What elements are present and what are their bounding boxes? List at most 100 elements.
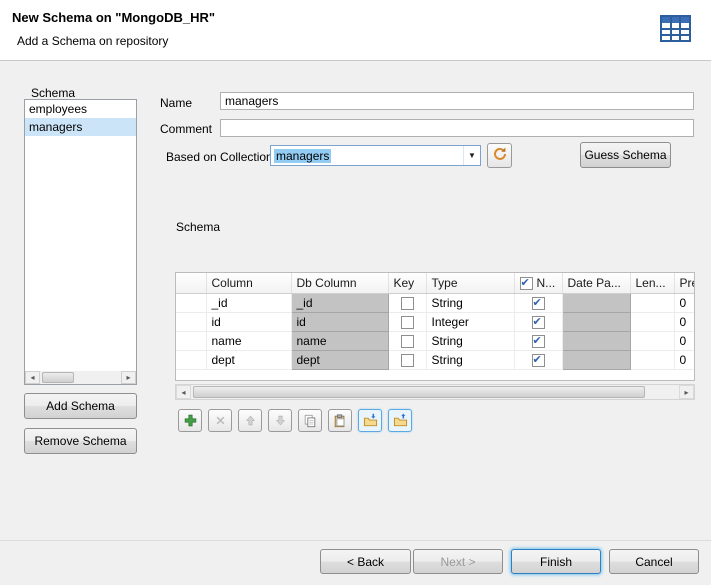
grid-header-key: Key bbox=[388, 273, 426, 293]
remove-row-button[interactable] bbox=[208, 409, 232, 432]
cell-selector[interactable] bbox=[176, 293, 206, 312]
paste-icon bbox=[333, 414, 347, 428]
grid-row-id: idid Integer 0 bbox=[176, 312, 695, 331]
grid-header-type: Type bbox=[426, 273, 514, 293]
add-row-button[interactable] bbox=[178, 409, 202, 432]
back-button[interactable]: < Back bbox=[320, 549, 411, 574]
grid-row-_id: _id_id String 0 bbox=[176, 293, 695, 312]
scroll-right-arrow[interactable]: ▸ bbox=[121, 371, 136, 384]
footer-separator bbox=[0, 540, 711, 541]
comment-label: Comment bbox=[160, 122, 212, 136]
cell-date_pattern bbox=[562, 331, 630, 350]
cell-column[interactable]: dept bbox=[206, 350, 291, 369]
schema-list[interactable]: employeesmanagers bbox=[24, 99, 137, 385]
nullable-checkbox[interactable] bbox=[532, 354, 545, 367]
scroll-left-arrow[interactable]: ◂ bbox=[25, 371, 40, 384]
key-checkbox[interactable] bbox=[401, 354, 414, 367]
scroll-thumb[interactable] bbox=[42, 372, 74, 383]
key-checkbox[interactable] bbox=[401, 297, 414, 310]
copy-icon bbox=[303, 414, 317, 428]
cell-type[interactable]: String bbox=[426, 350, 514, 369]
cell-type[interactable]: String bbox=[426, 331, 514, 350]
scroll-track[interactable] bbox=[191, 385, 679, 399]
schema-grid-container: ColumnDb ColumnKeyTypeN...Date Pa...Len.… bbox=[175, 272, 695, 381]
cell-nullable bbox=[514, 350, 562, 369]
refresh-collections-button[interactable] bbox=[487, 143, 512, 168]
scroll-left-arrow[interactable]: ◂ bbox=[176, 385, 191, 399]
cell-length[interactable] bbox=[630, 293, 674, 312]
grid-header-precision: Pre... bbox=[674, 273, 695, 293]
cell-nullable bbox=[514, 312, 562, 331]
cell-date_pattern bbox=[562, 312, 630, 331]
cell-nullable bbox=[514, 293, 562, 312]
move-up-button[interactable] bbox=[238, 409, 262, 432]
key-checkbox[interactable] bbox=[401, 335, 414, 348]
move-down-button[interactable] bbox=[268, 409, 292, 432]
cell-precision[interactable]: 0 bbox=[674, 331, 695, 350]
arrow-up-icon bbox=[244, 414, 257, 427]
collection-combobox[interactable]: managers ▼ bbox=[270, 145, 481, 166]
cell-precision[interactable]: 0 bbox=[674, 350, 695, 369]
sidebar-group-label: Schema bbox=[31, 86, 75, 100]
schema-grid[interactable]: ColumnDb ColumnKeyTypeN...Date Pa...Len.… bbox=[176, 273, 695, 370]
next-button[interactable]: Next > bbox=[413, 549, 503, 574]
sync-icon bbox=[492, 146, 508, 165]
paste-button[interactable] bbox=[328, 409, 352, 432]
cell-db_column: _id bbox=[291, 293, 388, 312]
cell-date_pattern bbox=[562, 293, 630, 312]
import-button[interactable] bbox=[358, 409, 382, 432]
cell-selector[interactable] bbox=[176, 312, 206, 331]
copy-button[interactable] bbox=[298, 409, 322, 432]
remove-schema-button[interactable]: Remove Schema bbox=[24, 428, 137, 454]
cell-selector[interactable] bbox=[176, 350, 206, 369]
table-hscrollbar[interactable]: ◂ ▸ bbox=[175, 384, 695, 400]
key-checkbox[interactable] bbox=[401, 316, 414, 329]
cell-length[interactable] bbox=[630, 331, 674, 350]
cell-column[interactable]: name bbox=[206, 331, 291, 350]
name-input[interactable] bbox=[220, 92, 694, 110]
page-subtitle: Add a Schema on repository bbox=[17, 34, 168, 48]
list-hscrollbar[interactable]: ◂ ▸ bbox=[25, 371, 136, 384]
grid-header-length: Len... bbox=[630, 273, 674, 293]
cell-type[interactable]: String bbox=[426, 293, 514, 312]
cell-column[interactable]: _id bbox=[206, 293, 291, 312]
cell-precision[interactable]: 0 bbox=[674, 293, 695, 312]
scroll-right-arrow[interactable]: ▸ bbox=[679, 385, 694, 399]
schema-list-item-managers[interactable]: managers bbox=[25, 118, 136, 136]
scroll-thumb[interactable] bbox=[193, 386, 645, 398]
cell-key bbox=[388, 312, 426, 331]
nullable-checkbox[interactable] bbox=[532, 316, 545, 329]
cell-key bbox=[388, 331, 426, 350]
nullable-checkbox[interactable] bbox=[532, 335, 545, 348]
cell-selector[interactable] bbox=[176, 331, 206, 350]
nullable-checkbox[interactable] bbox=[532, 297, 545, 310]
grid-row-dept: deptdeptString0 bbox=[176, 350, 695, 369]
add-schema-button[interactable]: Add Schema bbox=[24, 393, 137, 419]
grid-header-db_column: Db Column bbox=[291, 273, 388, 293]
grid-header-nullable: N... bbox=[514, 273, 562, 293]
chevron-down-icon[interactable]: ▼ bbox=[463, 146, 480, 165]
guess-schema-button[interactable]: Guess Schema bbox=[580, 142, 671, 168]
cell-db_column: name bbox=[291, 331, 388, 350]
schema-list-item-employees[interactable]: employees bbox=[25, 100, 136, 118]
arrow-down-icon bbox=[274, 414, 287, 427]
cell-precision[interactable]: 0 bbox=[674, 312, 695, 331]
cell-key bbox=[388, 350, 426, 369]
cell-length[interactable] bbox=[630, 350, 674, 369]
schema-group-label: Schema bbox=[176, 220, 220, 234]
schema-table-icon bbox=[659, 13, 693, 45]
cell-column[interactable]: id bbox=[206, 312, 291, 331]
collection-label: Based on Collection bbox=[166, 150, 273, 164]
grid-toolbar bbox=[178, 409, 412, 432]
scroll-track[interactable] bbox=[40, 371, 121, 384]
nullable-select-all-checkbox[interactable] bbox=[520, 277, 533, 290]
cell-nullable bbox=[514, 331, 562, 350]
cancel-button[interactable]: Cancel bbox=[609, 549, 699, 574]
cell-type[interactable]: Integer bbox=[426, 312, 514, 331]
wizard-header: New Schema on "MongoDB_HR" Add a Schema … bbox=[0, 0, 711, 61]
comment-input[interactable] bbox=[220, 119, 694, 137]
cell-length[interactable] bbox=[630, 312, 674, 331]
finish-button[interactable]: Finish bbox=[511, 549, 601, 574]
cell-db_column: id bbox=[291, 312, 388, 331]
export-button[interactable] bbox=[388, 409, 412, 432]
